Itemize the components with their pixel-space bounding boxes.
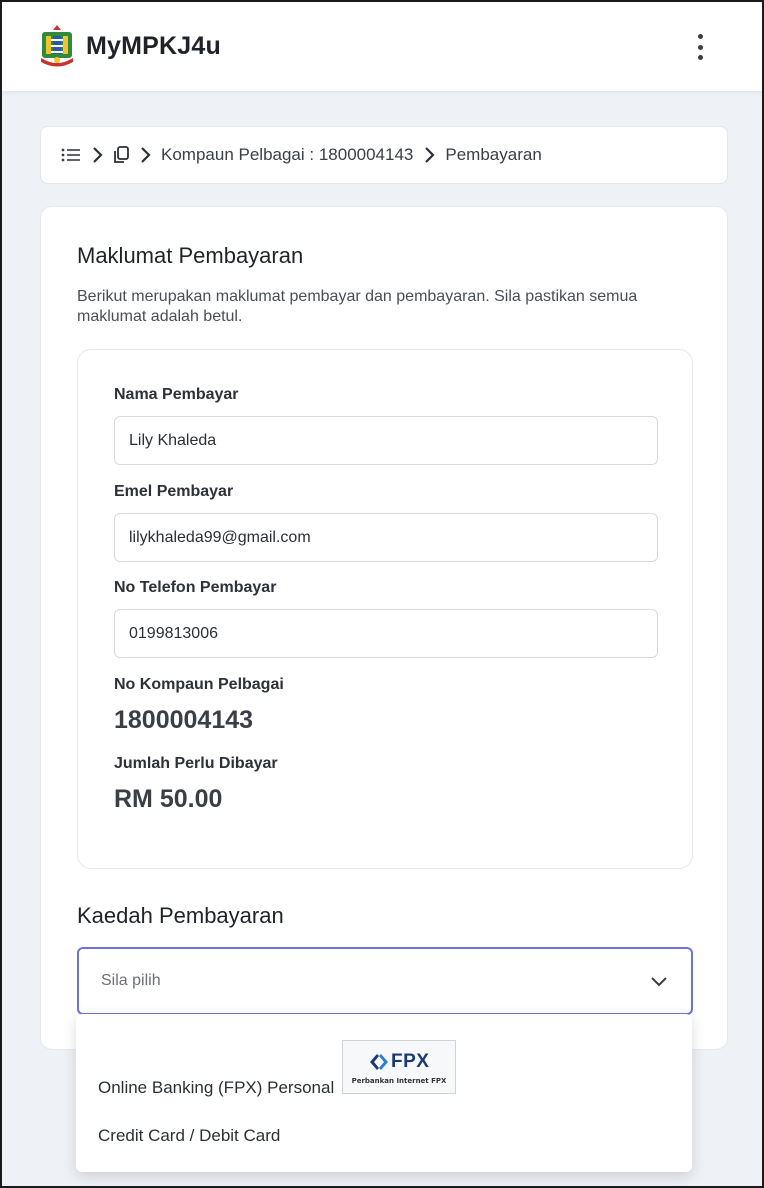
option-fpx-personal[interactable]: Online Banking (FPX) Personal <box>98 1078 334 1098</box>
fpx-logo: FPX Perbankan Internet FPX <box>342 1040 456 1094</box>
app-title: MyMPKJ4u <box>86 32 221 60</box>
compound-no-value: 1800004143 <box>114 706 254 734</box>
payer-name-label: Nama Pembayar <box>114 386 239 403</box>
option-credit-debit-card[interactable]: Credit Card / Debit Card <box>98 1126 280 1146</box>
amount-value: RM 50.00 <box>114 785 223 813</box>
payment-method-dropdown: Online Banking (FPX) Personal FPX Perban… <box>76 1014 692 1172</box>
chevron-right-icon <box>423 146 435 164</box>
chevron-right-icon <box>139 146 151 164</box>
app-frame: MyMPKJ4u Kompaun Pelbagai: 1800004143 P… <box>0 0 764 1188</box>
breadcrumb-compound[interactable]: Kompaun Pelbagai : 1800004143 <box>161 145 413 165</box>
payer-email-input[interactable] <box>114 513 658 562</box>
payer-phone-input[interactable] <box>114 609 658 658</box>
section-title: Maklumat Pembayaran <box>77 243 304 268</box>
fpx-logo-text: FPX <box>391 1051 430 1072</box>
app-header: MyMPKJ4u <box>2 2 762 92</box>
section-description: Berikut merupakan maklumat pembayar dan … <box>77 288 638 325</box>
fpx-chevrons-icon <box>370 1054 388 1070</box>
payer-details-card: Nama Pembayar Emel Pembayar No Telefon P… <box>77 349 693 869</box>
payment-card: Maklumat Pembayaran Berikut merupakan ma… <box>40 206 728 1050</box>
copy-document-icon[interactable] <box>113 146 129 164</box>
payer-name-input[interactable] <box>114 416 658 465</box>
amount-label: Jumlah Perlu Dibayar <box>114 755 278 772</box>
payment-method-title: Kaedah Pembayaran <box>77 903 284 928</box>
compound-no-label: No Kompaun Pelbagai <box>114 676 284 693</box>
breadcrumb-payment: Pembayaran <box>445 145 542 164</box>
chevron-right-icon <box>91 146 103 164</box>
select-placeholder: Sila pilih <box>101 972 161 989</box>
payer-email-label: Emel Pembayar <box>114 483 234 500</box>
payment-method-select[interactable]: Sila pilih <box>77 947 693 1015</box>
mpkj-crest-icon[interactable] <box>38 24 76 68</box>
fpx-logo-subtext: Perbankan Internet FPX <box>351 1077 447 1085</box>
breadcrumb: Kompaun Pelbagai : 1800004143 Pembayaran <box>40 126 728 184</box>
list-icon[interactable] <box>61 147 81 163</box>
chevron-down-icon <box>649 971 669 996</box>
payer-phone-label: No Telefon Pembayar <box>114 579 277 596</box>
more-vertical-icon[interactable] <box>688 30 712 64</box>
